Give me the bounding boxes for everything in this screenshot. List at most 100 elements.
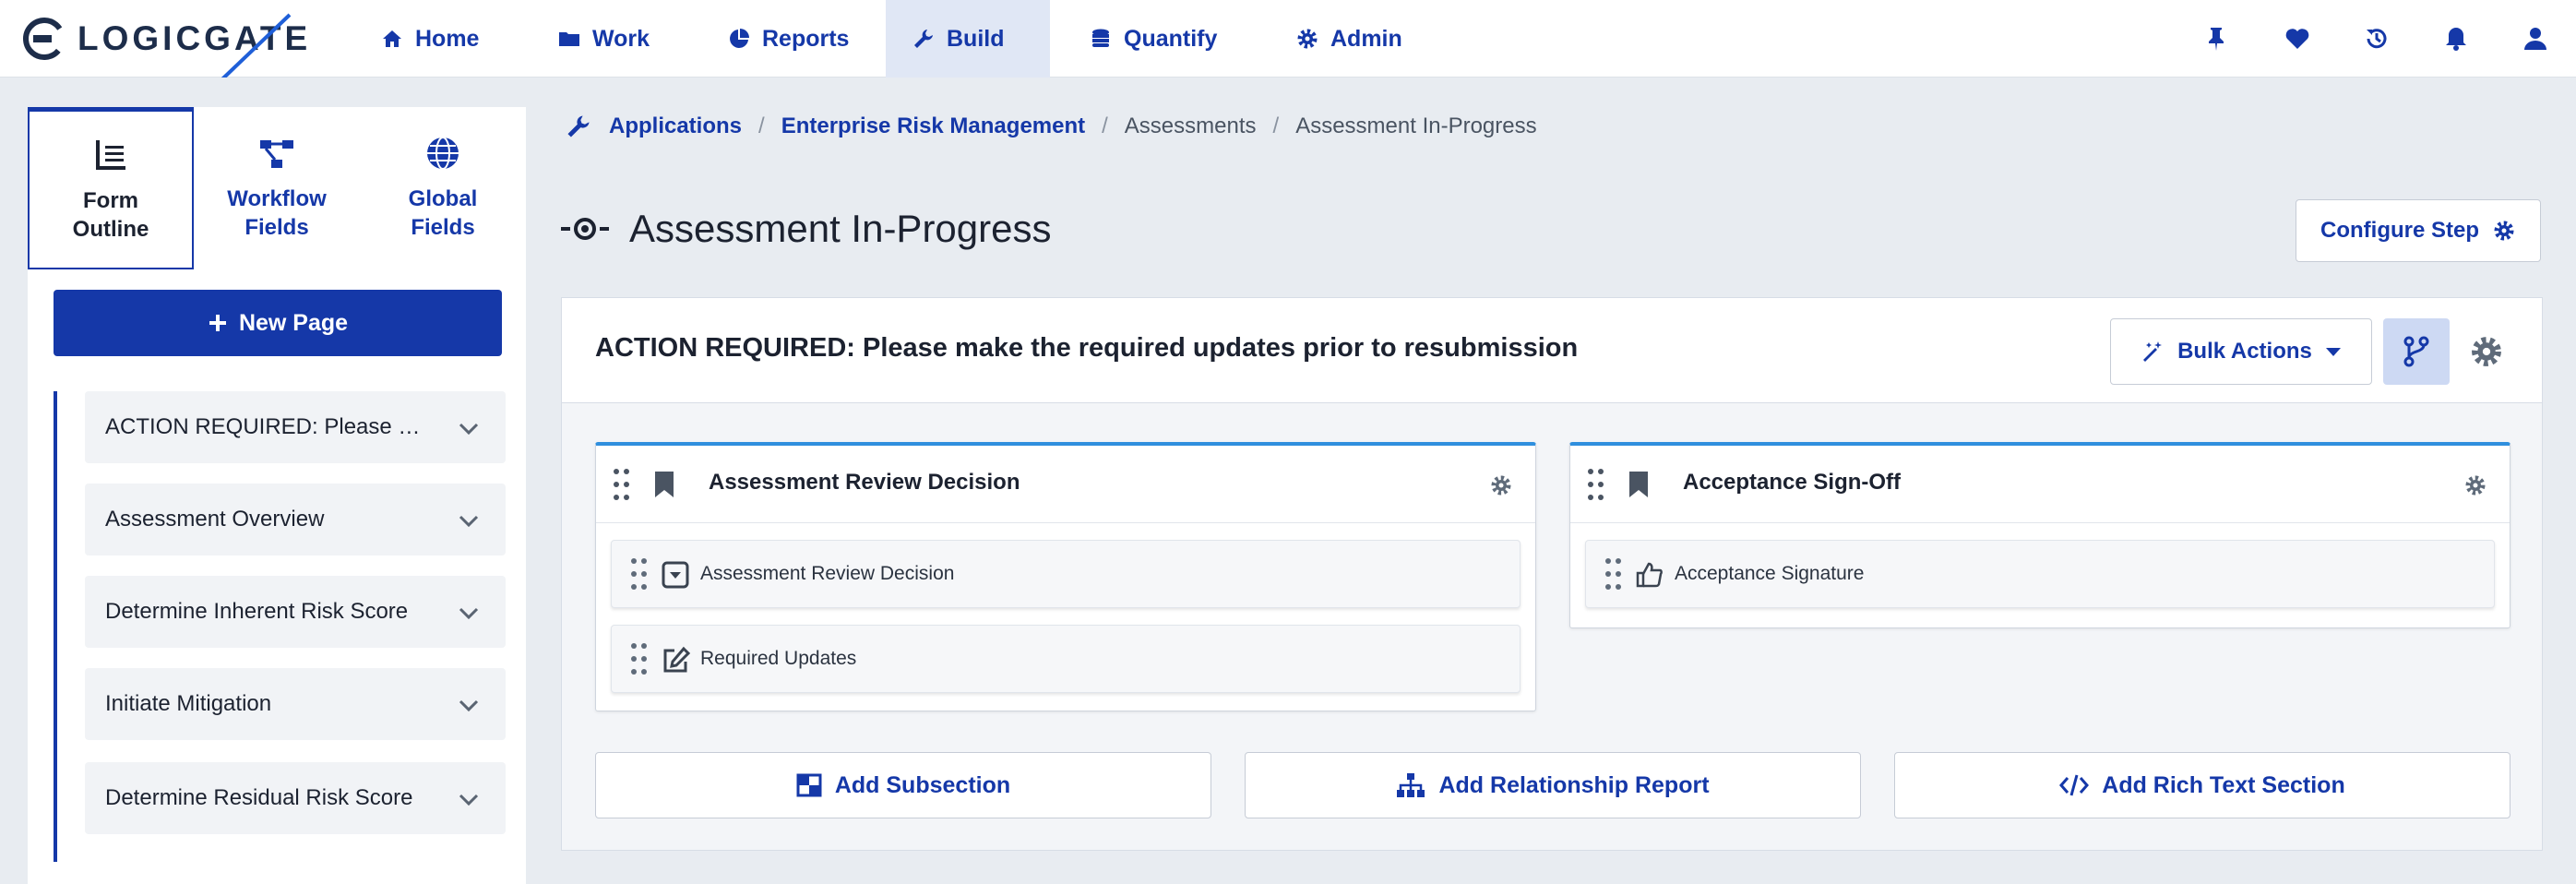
section-header: ACTION REQUIRED: Please make the require… bbox=[562, 298, 2542, 403]
page-item-assessment-overview[interactable]: Assessment Overview bbox=[85, 484, 506, 555]
form-section: ACTION REQUIRED: Please make the require… bbox=[561, 297, 2543, 851]
field-label: Required Updates bbox=[700, 648, 857, 669]
subsection-title: Assessment Review Decision bbox=[709, 470, 1020, 495]
chevron-down-icon[interactable] bbox=[458, 417, 480, 439]
drag-handle-icon[interactable] bbox=[630, 642, 649, 675]
add-subsection-button[interactable]: Add Subsection bbox=[595, 752, 1211, 818]
page-item-label: Initiate Mitigation bbox=[105, 691, 272, 716]
gear-icon bbox=[1297, 29, 1318, 49]
breadcrumb-assessments: Assessments bbox=[1124, 113, 1257, 138]
page-item-label: Determine Residual Risk Score bbox=[105, 785, 413, 810]
branch-logic-button[interactable] bbox=[2383, 318, 2450, 385]
wrench-icon bbox=[914, 30, 933, 48]
page-item-label: Determine Inherent Risk Score bbox=[105, 599, 409, 624]
page-item-inherent-risk[interactable]: Determine Inherent Risk Score bbox=[85, 576, 506, 648]
add-rich-text-section-button[interactable]: Add Rich Text Section bbox=[1894, 752, 2510, 818]
nav-home[interactable]: Home bbox=[354, 0, 505, 78]
drag-handle-icon[interactable] bbox=[1587, 468, 1605, 501]
field-acceptance-signature[interactable]: Acceptance Signature bbox=[1585, 540, 2495, 608]
subsection-settings-gear-icon[interactable] bbox=[2463, 473, 2487, 497]
breadcrumb-erm[interactable]: Enterprise Risk Management bbox=[781, 113, 1085, 139]
sidebar-panel: Form Outline Workflow Fields Global Fiel… bbox=[28, 107, 526, 884]
page-list: ACTION REQUIRED: Please make the require… bbox=[54, 391, 506, 862]
nav-reports[interactable]: Reports bbox=[701, 0, 875, 78]
breadcrumb-separator: / bbox=[1102, 113, 1108, 138]
edit-field-icon bbox=[663, 646, 691, 673]
bell-icon bbox=[2446, 28, 2466, 51]
breadcrumb-separator: / bbox=[1272, 113, 1280, 138]
breadcrumb: Applications / Enterprise Risk Managemen… bbox=[565, 111, 1537, 142]
home-icon bbox=[383, 30, 401, 47]
pin-icon bbox=[2209, 28, 2224, 51]
folder-icon bbox=[559, 32, 579, 46]
page-item-action-required[interactable]: ACTION REQUIRED: Please make the require… bbox=[85, 391, 506, 463]
chevron-down-icon[interactable] bbox=[458, 602, 480, 624]
add-relationship-report-label: Add Relationship Report bbox=[1438, 771, 1710, 798]
breadcrumb-current: Assessment In-Progress bbox=[1295, 113, 1537, 138]
globe-icon bbox=[427, 137, 459, 170]
chevron-down-icon[interactable] bbox=[458, 694, 480, 716]
chevron-down-icon[interactable] bbox=[458, 509, 480, 532]
page-title-row: Assessment In-Progress bbox=[559, 201, 1052, 257]
tab-global-fields[interactable]: Global Fields bbox=[360, 107, 526, 269]
nav-build-label: Build bbox=[947, 25, 1005, 52]
tab-global-fields-label: Global Fields bbox=[408, 186, 478, 240]
subsection-settings-gear-icon[interactable] bbox=[1489, 473, 1513, 497]
logicgate-logo-icon bbox=[23, 18, 66, 60]
dropdown-field-icon bbox=[662, 561, 689, 589]
drag-handle-icon[interactable] bbox=[630, 557, 649, 591]
page-item-residual-risk[interactable]: Determine Residual Risk Score bbox=[85, 762, 506, 834]
subsection-icon bbox=[796, 773, 822, 797]
configure-step-label: Configure Step bbox=[2320, 218, 2479, 243]
tab-workflow-fields[interactable]: Workflow Fields bbox=[194, 107, 360, 269]
section-settings-gear-icon[interactable] bbox=[2470, 335, 2503, 368]
add-subsection-label: Add Subsection bbox=[834, 771, 1011, 798]
notifications-button[interactable] bbox=[2439, 22, 2473, 55]
field-label: Assessment Review Decision bbox=[700, 563, 955, 584]
new-page-label: New Page bbox=[238, 309, 349, 336]
configure-step-button[interactable]: Configure Step bbox=[2296, 199, 2541, 262]
history-button[interactable] bbox=[2360, 22, 2393, 55]
step-icon bbox=[561, 218, 609, 240]
page-title: Assessment In-Progress bbox=[629, 207, 1052, 250]
bookmark-icon bbox=[655, 472, 674, 497]
favorites-button[interactable] bbox=[2281, 22, 2314, 55]
add-relationship-report-button[interactable]: Add Relationship Report bbox=[1245, 752, 1861, 818]
nav-admin[interactable]: Admin bbox=[1270, 0, 1428, 78]
sidebar: Form Outline Workflow Fields Global Fiel… bbox=[0, 78, 526, 884]
pin-button[interactable] bbox=[2200, 22, 2233, 55]
bulk-actions-button[interactable]: Bulk Actions bbox=[2110, 318, 2372, 385]
nav-work[interactable]: Work bbox=[531, 0, 675, 78]
field-assessment-review-decision[interactable]: Assessment Review Decision bbox=[611, 540, 1521, 608]
gear-icon bbox=[2494, 221, 2514, 241]
nav-reports-label: Reports bbox=[762, 25, 850, 52]
page-item-label: ACTION REQUIRED: Please make the require… bbox=[105, 414, 435, 439]
field-required-updates[interactable]: Required Updates bbox=[611, 625, 1521, 693]
sitemap-icon bbox=[1397, 773, 1425, 797]
thumbs-up-icon bbox=[1636, 562, 1663, 588]
user-menu-button[interactable] bbox=[2519, 22, 2552, 55]
nav-build[interactable]: Build bbox=[886, 0, 1050, 78]
top-nav: LOGICGATE Home Work Reports Build Quanti… bbox=[0, 0, 2576, 78]
breadcrumb-applications[interactable]: Applications bbox=[609, 113, 742, 139]
chevron-down-icon[interactable] bbox=[458, 788, 480, 810]
breadcrumb-separator: / bbox=[758, 113, 765, 138]
nav-work-label: Work bbox=[592, 25, 650, 52]
drag-handle-icon[interactable] bbox=[1604, 557, 1623, 591]
subsection-header: Assessment Review Decision bbox=[596, 446, 1535, 523]
tab-workflow-fields-label: Workflow Fields bbox=[227, 186, 327, 240]
nav-home-label: Home bbox=[415, 25, 480, 52]
page-item-label: Assessment Overview bbox=[105, 507, 325, 532]
tab-form-outline[interactable]: Form Outline bbox=[28, 107, 194, 269]
new-page-button[interactable]: New Page bbox=[54, 290, 502, 356]
nav-quantify-label: Quantify bbox=[1124, 25, 1218, 52]
bookmark-icon bbox=[1629, 472, 1648, 497]
page-item-initiate-mitigation[interactable]: Initiate Mitigation bbox=[85, 668, 506, 740]
nav-quantify[interactable]: Quantify bbox=[1063, 0, 1243, 78]
bulk-actions-label: Bulk Actions bbox=[2177, 339, 2312, 364]
drag-handle-icon[interactable] bbox=[613, 468, 631, 501]
workflow-icon bbox=[260, 140, 293, 168]
plus-icon bbox=[209, 315, 226, 331]
nav-admin-label: Admin bbox=[1330, 25, 1402, 52]
history-icon bbox=[2367, 29, 2387, 49]
